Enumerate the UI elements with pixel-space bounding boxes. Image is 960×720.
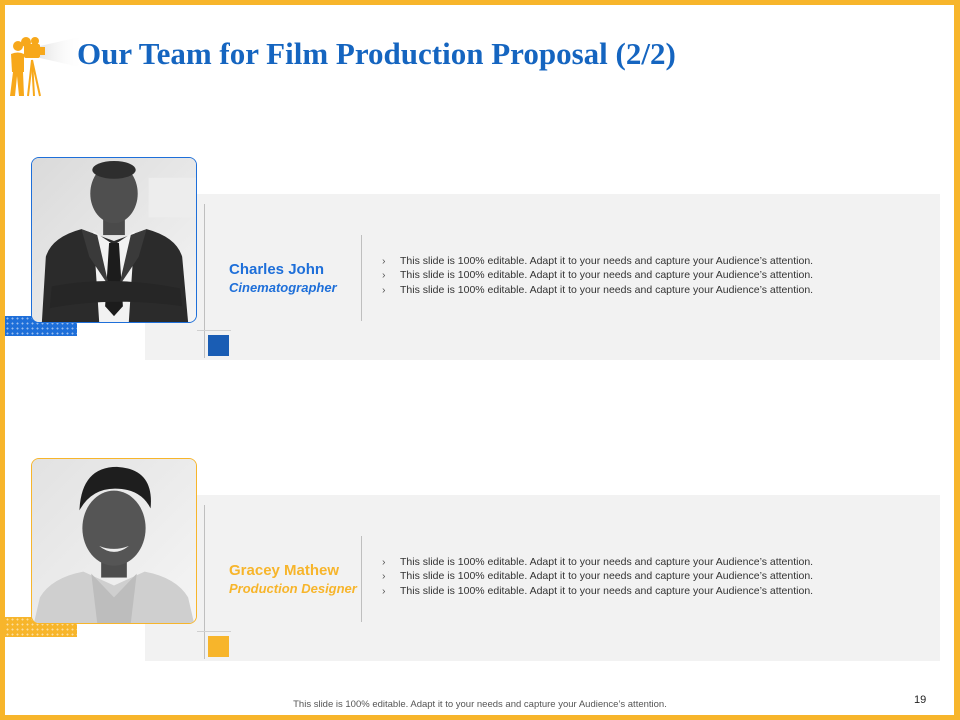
divider-line [204, 204, 205, 358]
film-camera-operator-icon [4, 36, 84, 100]
bullet-item: This slide is 100% editable. Adapt it to… [382, 584, 813, 599]
accent-square [208, 335, 229, 356]
member-name: Charles John [229, 261, 325, 278]
member-role: Cinematographer [229, 280, 337, 295]
bullet-item: This slide is 100% editable. Adapt it to… [382, 268, 813, 283]
bullet-item: This slide is 100% editable. Adapt it to… [382, 569, 813, 584]
member-bullets: This slide is 100% editable. Adapt it to… [382, 254, 813, 298]
member-name: Gracey Mathew [229, 562, 340, 579]
divider-line [361, 536, 362, 622]
bullet-item: This slide is 100% editable. Adapt it to… [382, 555, 813, 570]
accent-square [208, 636, 229, 657]
divider-line [197, 330, 231, 331]
divider-line [204, 505, 205, 659]
member-bullets: This slide is 100% editable. Adapt it to… [382, 555, 813, 599]
bullet-item: This slide is 100% editable. Adapt it to… [382, 283, 813, 298]
member-photo-gracey [31, 458, 197, 624]
bullet-item: This slide is 100% editable. Adapt it to… [382, 254, 813, 269]
member-role: Production Designer [229, 581, 357, 596]
divider-line [197, 631, 231, 632]
page-title: Our Team for Film Production Proposal (2… [77, 36, 676, 71]
footer-note: This slide is 100% editable. Adapt it to… [293, 699, 667, 710]
page-number: 19 [914, 694, 927, 706]
divider-line [361, 235, 362, 321]
member-photo-charles [31, 157, 197, 323]
